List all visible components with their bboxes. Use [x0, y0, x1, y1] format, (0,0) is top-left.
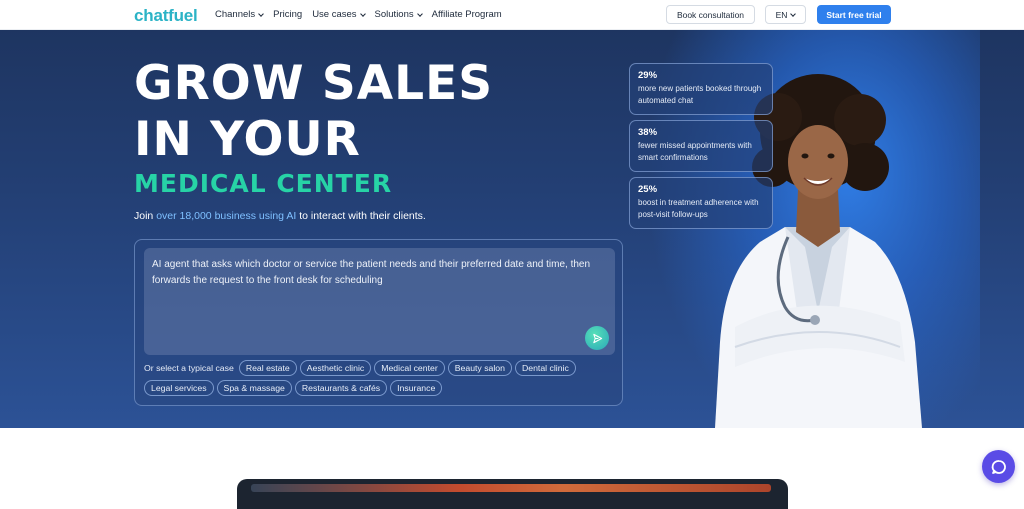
- main-menu: Channels Pricing Use cases Solutions Aff…: [215, 9, 502, 20]
- stat-description: fewer missed appointments with smart con…: [638, 141, 752, 162]
- chat-bubble-icon: [991, 459, 1006, 474]
- chevron-down-icon: [790, 10, 797, 17]
- hero-title-line-2: IN YOUR: [134, 112, 361, 167]
- hero-section: GROW SALES IN YOUR MEDICAL CENTER Join o…: [0, 30, 1024, 428]
- case-chip-restaurants-cafes[interactable]: Restaurants & cafés: [294, 380, 388, 396]
- subtitle-highlight: over 18,000 business using AI: [156, 210, 297, 222]
- menu-item-solutions[interactable]: Solutions: [375, 9, 423, 20]
- case-chip-medical-center[interactable]: Medical center: [374, 360, 445, 376]
- stat-value: 29%: [638, 70, 658, 81]
- stat-value: 38%: [638, 127, 658, 138]
- hero-title-line-1: GROW SALES: [134, 56, 494, 111]
- ai-prompt-panel: AI agent that asks which doctor or servi…: [134, 239, 623, 406]
- preview-strip: [251, 484, 771, 492]
- chevron-down-icon: [416, 10, 423, 17]
- chevron-down-icon: [359, 10, 366, 17]
- prompt-textarea[interactable]: AI agent that asks which doctor or servi…: [144, 248, 615, 355]
- top-navbar: chatfuel Channels Pricing Use cases Solu…: [0, 0, 1024, 30]
- case-chip-legal-services[interactable]: Legal services: [144, 380, 214, 396]
- case-chip-dental-clinic[interactable]: Dental clinic: [514, 360, 576, 376]
- chat-widget-button[interactable]: [982, 450, 1015, 483]
- chevron-down-icon: [258, 10, 264, 17]
- cases-label: Or select a typical case: [144, 363, 234, 373]
- send-button[interactable]: [585, 326, 609, 350]
- stat-card: 25% boost in treatment adherence with po…: [629, 177, 773, 229]
- chatfuel-logo[interactable]: chatfuel: [134, 6, 198, 26]
- menu-item-channels[interactable]: Channels: [215, 9, 264, 20]
- language-selector[interactable]: EN: [765, 5, 806, 24]
- hero-title-line-3: MEDICAL CENTER: [134, 169, 393, 198]
- book-consultation-button[interactable]: Book consultation: [666, 5, 755, 24]
- case-chip-real-estate[interactable]: Real estate: [238, 360, 297, 376]
- stat-value: 25%: [638, 184, 658, 195]
- stat-description: boost in treatment adherence with post-v…: [638, 198, 759, 219]
- menu-item-use-cases[interactable]: Use cases: [312, 9, 366, 20]
- case-chip-aesthetic-clinic[interactable]: Aesthetic clinic: [299, 360, 372, 376]
- case-chip-spa-massage[interactable]: Spa & massage: [216, 380, 292, 396]
- send-icon: [592, 333, 602, 343]
- case-chip-beauty-salon[interactable]: Beauty salon: [447, 360, 512, 376]
- menu-item-pricing[interactable]: Pricing: [273, 9, 302, 20]
- product-preview-image: [237, 479, 788, 509]
- stat-description: more new patients booked through automat…: [638, 84, 762, 105]
- prompt-text: AI agent that asks which doctor or servi…: [152, 259, 591, 286]
- hero-subtitle: Join over 18,000 business using AI to in…: [134, 210, 426, 222]
- typical-cases: Or select a typical case Real estate Aes…: [144, 360, 614, 396]
- menu-item-affiliate-program[interactable]: Affiliate Program: [432, 9, 502, 20]
- start-free-trial-button[interactable]: Start free trial: [817, 5, 891, 24]
- case-chip-insurance[interactable]: Insurance: [390, 380, 443, 396]
- stat-card: 38% fewer missed appointments with smart…: [629, 120, 773, 172]
- stat-card: 29% more new patients booked through aut…: [629, 63, 773, 115]
